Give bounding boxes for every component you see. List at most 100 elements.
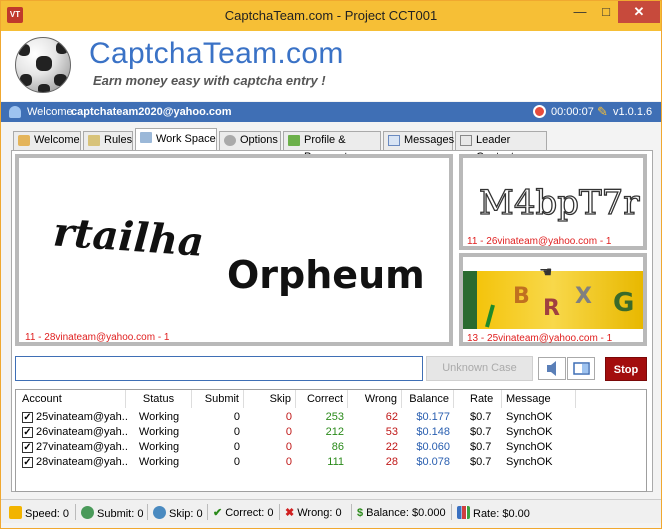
money-icon bbox=[288, 135, 300, 146]
column-header[interactable]: Correct bbox=[296, 390, 348, 408]
status-correct-text: Correct: 0 bbox=[225, 507, 274, 519]
table-row[interactable]: ✓ 25vinateam@yah... Working 0 0 253 62 $… bbox=[16, 410, 646, 425]
mouse-cursor-icon: ☚ bbox=[539, 264, 553, 281]
account-cell: 27vinateam@yah... bbox=[36, 441, 128, 453]
status-wrong: ✖ Wrong: 0 bbox=[285, 506, 342, 520]
status-cell: Working bbox=[138, 456, 180, 468]
side-captcha-image-1: M4bpT7r bbox=[478, 182, 641, 223]
column-header[interactable]: Status bbox=[126, 390, 192, 408]
gear-icon bbox=[224, 135, 236, 146]
tab-options[interactable]: Options bbox=[219, 131, 281, 150]
tab-messages[interactable]: Messages bbox=[383, 131, 455, 150]
correct-cell: 253 bbox=[325, 411, 344, 423]
status-skip: Skip: 0 bbox=[153, 506, 203, 520]
column-header[interactable]: Skip bbox=[244, 390, 296, 408]
tab-leader-contact[interactable]: Leader Contact bbox=[455, 131, 547, 163]
skip-cell: 0 bbox=[285, 426, 292, 438]
side-captcha-image-2: B R X G bbox=[463, 271, 643, 329]
correct-cell: 111 bbox=[327, 456, 344, 468]
message-cell: SynchOK bbox=[506, 441, 553, 453]
unknown-case-button[interactable]: Unknown Case bbox=[426, 356, 533, 381]
wrong-cell: 53 bbox=[385, 426, 398, 438]
title-bar[interactable]: VT CaptchaTeam.com - Project CCT001 — □ … bbox=[1, 1, 661, 31]
globe-icon bbox=[81, 506, 94, 519]
submit-cell: 0 bbox=[233, 456, 240, 468]
workspace-tab-icon bbox=[140, 132, 152, 143]
account-cell: 26vinateam@yah... bbox=[36, 426, 128, 438]
wrong-cell: 62 bbox=[385, 411, 398, 423]
status-correct: ✔ Correct: 0 bbox=[213, 506, 274, 520]
account-checkbox[interactable]: ✓ bbox=[22, 457, 33, 468]
tab-label: Messages bbox=[404, 134, 455, 146]
tab-label: Rules bbox=[104, 134, 133, 146]
window-toggle-button[interactable] bbox=[567, 357, 595, 380]
column-header[interactable]: Message bbox=[502, 390, 576, 408]
tab-profile-payment[interactable]: Profile & Payment bbox=[283, 131, 381, 163]
status-rate: Rate: $0.00 bbox=[457, 506, 530, 520]
close-button[interactable]: ✕ bbox=[618, 1, 660, 23]
status-cell: Working bbox=[138, 426, 180, 438]
wrong-cell: 22 bbox=[385, 441, 398, 453]
app-window: VT CaptchaTeam.com - Project CCT001 — □ … bbox=[0, 0, 662, 529]
submit-cell: 0 bbox=[233, 411, 240, 423]
account-checkbox[interactable]: ✓ bbox=[22, 427, 33, 438]
skip-cell: 0 bbox=[285, 411, 292, 423]
message-cell: SynchOK bbox=[506, 456, 553, 468]
skip-cell: 0 bbox=[285, 441, 292, 453]
wrench-icon: ✎ bbox=[597, 104, 608, 119]
welcome-tab-icon bbox=[18, 135, 30, 146]
table-row[interactable]: ✓ 28vinateam@yah... Working 0 0 111 28 $… bbox=[16, 455, 646, 470]
tab-rules[interactable]: Rules bbox=[83, 131, 133, 150]
account-checkbox[interactable]: ✓ bbox=[22, 412, 33, 423]
window-icon bbox=[573, 362, 590, 375]
stop-button[interactable]: Stop bbox=[605, 357, 647, 381]
balance-cell: $0.177 bbox=[416, 411, 450, 423]
accounts-table: Account Status Submit Skip Correct Wrong… bbox=[15, 389, 647, 492]
captcha-answer-input[interactable] bbox=[15, 356, 423, 381]
minimize-button[interactable]: — bbox=[567, 1, 593, 23]
status-speed-text: Speed: 0 bbox=[25, 508, 70, 520]
column-header[interactable]: Wrong bbox=[348, 390, 402, 408]
brand-subtitle: Earn money easy with captcha entry ! bbox=[93, 73, 326, 88]
version-label: v1.0.1.6 bbox=[613, 106, 653, 118]
user-icon bbox=[9, 106, 21, 118]
captcha-letter: X bbox=[575, 284, 592, 309]
session-timer: 00:00:07 bbox=[551, 106, 594, 118]
header-banner: CaptchaTeam.com Earn money easy with cap… bbox=[1, 31, 661, 101]
tab-work-space[interactable]: Work Space bbox=[135, 128, 217, 150]
envelope-icon bbox=[388, 135, 400, 146]
main-captcha-image: rtailha Orpheum bbox=[52, 208, 425, 297]
column-header[interactable]: Rate bbox=[454, 390, 502, 408]
rate-cell: $0.7 bbox=[470, 426, 492, 438]
main-captcha-panel[interactable]: rtailha Orpheum 11 - 28vinateam@yahoo.co… bbox=[15, 154, 453, 346]
column-header[interactable]: Account bbox=[16, 390, 126, 408]
correct-cell: 86 bbox=[331, 441, 344, 453]
submit-cell: 0 bbox=[233, 441, 240, 453]
status-skip-text: Skip: 0 bbox=[169, 508, 203, 520]
skip-icon bbox=[153, 506, 166, 519]
side-captcha-caption-1: 11 - 26vinateam@yahoo.com - 1 bbox=[467, 236, 612, 247]
side-captcha-panel-2[interactable]: B R X G 13 - 25vinateam@yahoo.com - 1 ☚ bbox=[459, 253, 647, 346]
maximize-button[interactable]: □ bbox=[593, 1, 619, 23]
correct-cell: 212 bbox=[325, 426, 344, 438]
table-row[interactable]: ✓ 26vinateam@yah... Working 0 0 212 53 $… bbox=[16, 425, 646, 440]
column-header[interactable]: Submit bbox=[192, 390, 244, 408]
tab-label: Options bbox=[240, 134, 278, 146]
balance-cell: $0.060 bbox=[416, 441, 450, 453]
captcha-word-1: rtailha bbox=[52, 208, 206, 265]
column-header[interactable]: Balance bbox=[402, 390, 454, 408]
account-cell: 28vinateam@yah... bbox=[36, 456, 128, 468]
audio-button[interactable] bbox=[538, 357, 566, 380]
table-row[interactable]: ✓ 27vinateam@yah... Working 0 0 86 22 $0… bbox=[16, 440, 646, 455]
tab-welcome[interactable]: Welcome bbox=[13, 131, 81, 150]
account-checkbox[interactable]: ✓ bbox=[22, 442, 33, 453]
rules-tab-icon bbox=[88, 135, 100, 146]
tab-label: Work Space bbox=[156, 133, 216, 145]
side-captcha-text-1: M4bpT7r bbox=[479, 183, 640, 223]
alarm-clock-icon bbox=[533, 105, 546, 118]
soccer-ball-logo-icon bbox=[15, 37, 71, 93]
speaker-icon bbox=[547, 361, 556, 376]
balance-cell: $0.148 bbox=[416, 426, 450, 438]
captcha-letter: B bbox=[513, 284, 530, 309]
side-captcha-panel-1[interactable]: M4bpT7r 11 - 26vinateam@yahoo.com - 1 bbox=[459, 154, 647, 250]
